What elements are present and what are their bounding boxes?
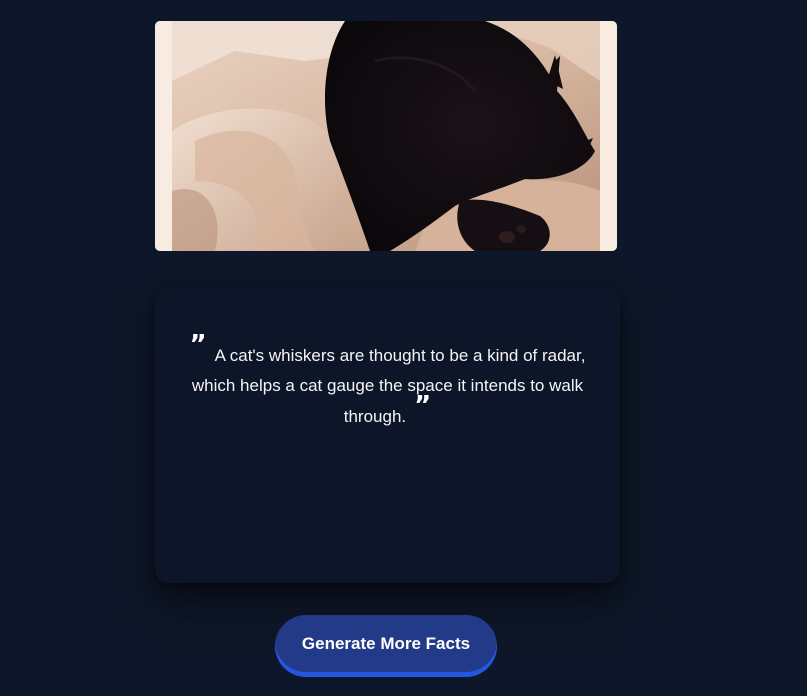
cat-photo-image xyxy=(155,21,617,251)
close-quote-icon: ” xyxy=(414,391,432,421)
fact-quote: ” A cat's whiskers are thought to be a ki… xyxy=(185,330,590,432)
cat-photo xyxy=(155,21,617,251)
fact-text: A cat's whiskers are thought to be a kin… xyxy=(191,346,586,426)
generate-more-facts-button[interactable]: Generate More Facts xyxy=(275,615,497,677)
fact-card: ” A cat's whiskers are thought to be a ki… xyxy=(155,287,620,583)
page: ” A cat's whiskers are thought to be a ki… xyxy=(0,0,807,696)
open-quote-icon: ” xyxy=(189,330,207,360)
